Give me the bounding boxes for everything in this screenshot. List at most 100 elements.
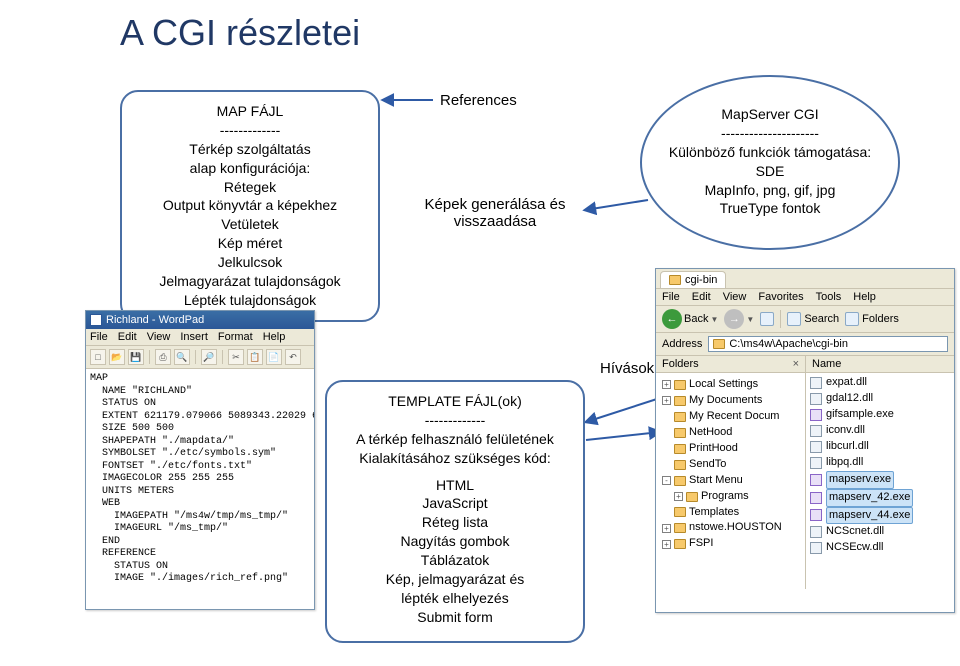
folders-label: Folders <box>862 313 899 325</box>
tree-node[interactable]: +Programs <box>662 489 803 505</box>
close-icon[interactable]: × <box>793 358 799 370</box>
tree-node-label: NetHood <box>689 425 732 441</box>
folder-tree[interactable]: +Local Settings+My DocumentsMy Recent Do… <box>656 373 805 556</box>
dll-file-icon <box>810 393 822 405</box>
tree-node[interactable]: Templates <box>662 505 803 521</box>
tree-node-label: My Recent Docum <box>689 409 779 425</box>
file-name-label: NCSEcw.dll <box>826 540 883 556</box>
menu-file[interactable]: File <box>90 331 108 343</box>
list-item[interactable]: NCScnet.dll <box>810 524 950 540</box>
tree-node[interactable]: SendTo <box>662 457 803 473</box>
dll-file-icon <box>810 526 822 538</box>
template-line: lépték elhelyezés <box>335 589 575 608</box>
template-intro: Kialakításához szükséges kód: <box>335 449 575 468</box>
file-list[interactable]: expat.dllgdal12.dllgifsample.exeiconv.dl… <box>806 373 954 558</box>
cgi-line: TrueType fontok <box>642 199 898 218</box>
column-header-name[interactable]: Name <box>806 356 954 373</box>
template-heading: TEMPLATE FÁJL(ok) <box>335 392 575 411</box>
search-button[interactable]: Search <box>787 312 839 326</box>
preview-icon[interactable]: 🔍 <box>174 349 190 365</box>
menu-file[interactable]: File <box>662 291 680 303</box>
dll-file-icon <box>810 457 822 469</box>
list-item[interactable]: libcurl.dll <box>810 439 950 455</box>
up-button[interactable] <box>760 312 774 326</box>
explorer-tab[interactable]: cgi-bin <box>660 271 726 288</box>
menu-tools[interactable]: Tools <box>816 291 842 303</box>
forward-button[interactable]: → ▼ <box>724 309 754 329</box>
menu-format[interactable]: Format <box>218 331 253 343</box>
tree-node[interactable]: - Start Menu <box>662 473 803 489</box>
mapfile-box: MAP FÁJL ------------- Térkép szolgáltat… <box>120 90 380 322</box>
menu-edit[interactable]: Edit <box>118 331 137 343</box>
toolbar-separator <box>149 350 150 364</box>
paste-icon[interactable]: 📄 <box>266 349 282 365</box>
template-box: TEMPLATE FÁJL(ok) ------------- A térkép… <box>325 380 585 643</box>
folder-icon <box>674 412 686 422</box>
template-line: Táblázatok <box>335 551 575 570</box>
print-icon[interactable]: ⎙ <box>155 349 171 365</box>
template-line: Kép, jelmagyarázat és <box>335 570 575 589</box>
search-icon <box>787 312 801 326</box>
expand-icon[interactable]: + <box>662 396 671 405</box>
open-icon[interactable]: 📂 <box>109 349 125 365</box>
explorer-toolbar: ← Back ▼ → ▼ Search Folders <box>656 306 954 333</box>
tree-node[interactable]: NetHood <box>662 425 803 441</box>
file-name-label: mapserv.exe <box>826 471 894 489</box>
exe-file-icon <box>810 492 822 504</box>
menu-help[interactable]: Help <box>263 331 286 343</box>
tree-node-label: PrintHood <box>689 441 738 457</box>
back-button[interactable]: ← Back ▼ <box>662 309 718 329</box>
save-icon[interactable]: 💾 <box>128 349 144 365</box>
dll-file-icon <box>810 441 822 453</box>
new-icon[interactable]: □ <box>90 349 106 365</box>
file-name-label: gdal12.dll <box>826 391 873 407</box>
dll-file-icon <box>810 377 822 389</box>
list-item[interactable]: iconv.dll <box>810 423 950 439</box>
tree-node[interactable]: +My Documents <box>662 393 803 409</box>
copy-icon[interactable]: 📋 <box>247 349 263 365</box>
wordpad-titlebar[interactable]: Richland - WordPad <box>86 311 314 329</box>
list-item[interactable]: expat.dll <box>810 375 950 391</box>
menu-view[interactable]: View <box>147 331 171 343</box>
menu-favorites[interactable]: Favorites <box>758 291 803 303</box>
list-item[interactable]: mapserv.exe <box>810 471 950 489</box>
collapse-icon[interactable]: - <box>662 476 671 485</box>
folder-icon <box>674 380 686 390</box>
up-folder-icon <box>760 312 774 326</box>
mapfile-sep: ------------- <box>130 121 370 140</box>
menu-help[interactable]: Help <box>853 291 876 303</box>
expand-icon[interactable]: + <box>662 524 671 533</box>
file-name-label: iconv.dll <box>826 423 865 439</box>
cut-icon[interactable]: ✂ <box>228 349 244 365</box>
tree-node[interactable]: +FSPI <box>662 536 803 552</box>
file-name-label: NCScnet.dll <box>826 524 884 540</box>
file-name-label: libpq.dll <box>826 455 863 471</box>
tree-node[interactable]: PrintHood <box>662 441 803 457</box>
menu-insert[interactable]: Insert <box>180 331 208 343</box>
find-icon[interactable]: 🔎 <box>201 349 217 365</box>
toolbar-separator <box>222 350 223 364</box>
menu-view[interactable]: View <box>723 291 747 303</box>
explorer-window: cgi-bin File Edit View Favorites Tools H… <box>655 268 955 613</box>
menu-edit[interactable]: Edit <box>692 291 711 303</box>
wordpad-editor[interactable]: MAP NAME "RICHLAND" STATUS ON EXTENT 621… <box>86 369 314 590</box>
wordpad-menubar: File Edit View Insert Format Help <box>86 329 314 346</box>
dll-file-icon <box>810 542 822 554</box>
address-input[interactable]: C:\ms4w\Apache\cgi-bin <box>708 336 948 352</box>
tree-node[interactable]: +nstowe.HOUSTON <box>662 520 803 536</box>
list-item[interactable]: gdal12.dll <box>810 391 950 407</box>
list-item[interactable]: libpq.dll <box>810 455 950 471</box>
list-item[interactable]: mapserv_44.exe <box>810 507 950 525</box>
expand-icon[interactable]: + <box>662 540 671 549</box>
list-item[interactable]: mapserv_42.exe <box>810 489 950 507</box>
undo-icon[interactable]: ↶ <box>285 349 301 365</box>
tree-node-label: Start Menu <box>689 473 743 489</box>
tree-node[interactable]: +Local Settings <box>662 377 803 393</box>
expand-icon[interactable]: + <box>674 492 683 501</box>
list-item[interactable]: gifsample.exe <box>810 407 950 423</box>
file-name-label: expat.dll <box>826 375 867 391</box>
list-item[interactable]: NCSEcw.dll <box>810 540 950 556</box>
tree-node[interactable]: My Recent Docum <box>662 409 803 425</box>
folders-button[interactable]: Folders <box>845 312 899 326</box>
expand-icon[interactable]: + <box>662 380 671 389</box>
